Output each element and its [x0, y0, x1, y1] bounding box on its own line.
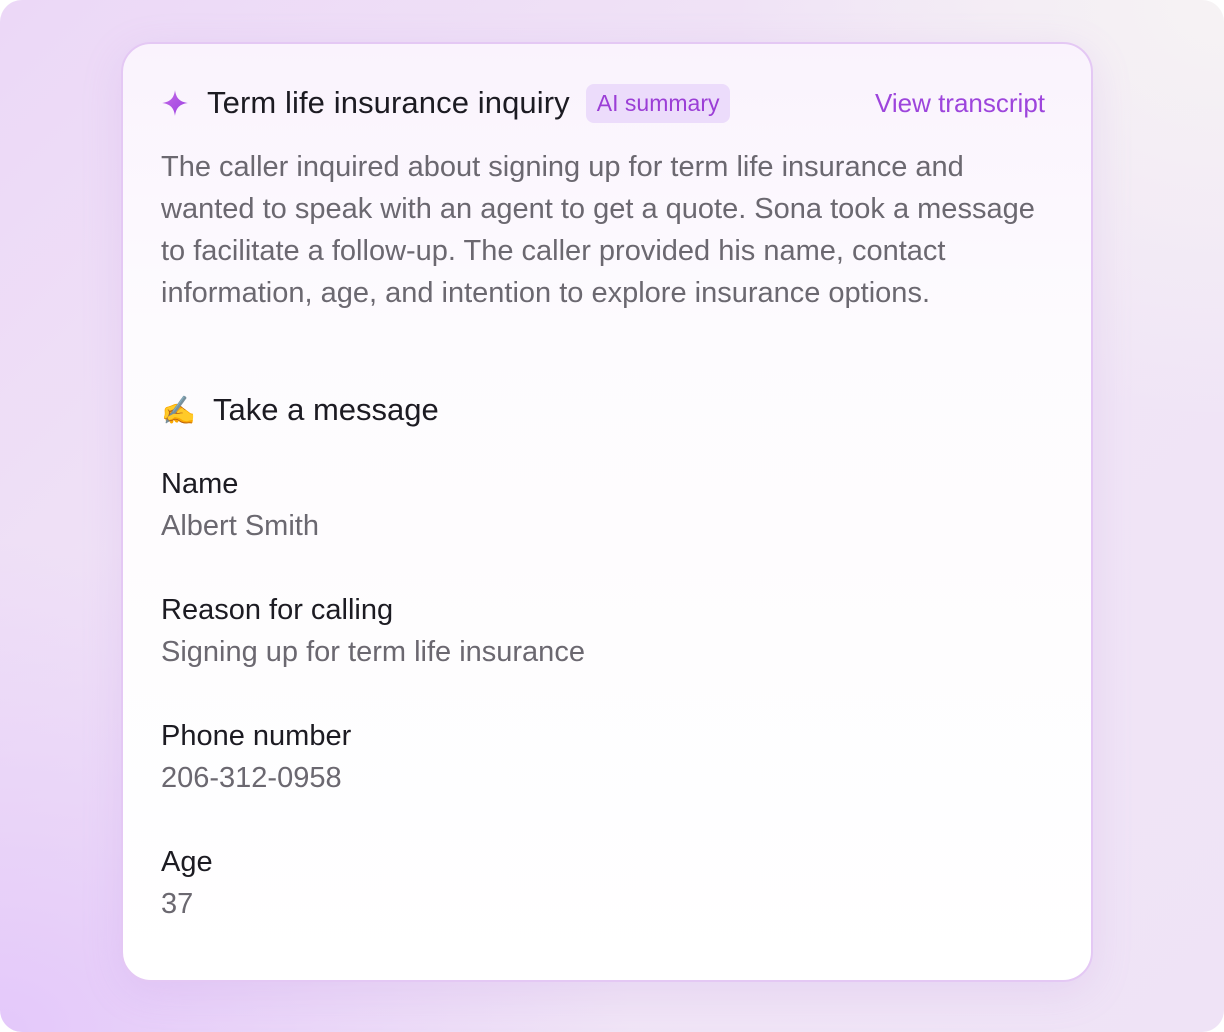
field-label: Age: [161, 846, 213, 878]
field-value: Albert Smith: [161, 510, 319, 542]
card-title: Term life insurance inquiry: [207, 85, 570, 120]
background: Term life insurance inquiry AI summary V…: [0, 0, 1224, 1032]
writing-hand-icon: ✍️: [161, 394, 196, 426]
field-label: Reason for calling: [161, 594, 394, 626]
field-value: 37: [161, 888, 194, 920]
sparkle-icon: [162, 90, 188, 116]
view-transcript-link[interactable]: View transcript: [875, 88, 1045, 119]
field-name: Name Albert Smith: [161, 464, 319, 546]
field-age: Age 37: [161, 842, 213, 924]
card-header: Term life insurance inquiry AI summary V…: [161, 82, 1045, 124]
take-message-section-header: ✍️ Take a message: [161, 388, 439, 432]
field-label: Name: [161, 468, 239, 500]
field-phone: Phone number 206-312-0958: [161, 716, 351, 798]
ai-summary-badge: AI summary: [585, 83, 731, 123]
section-title: Take a message: [213, 392, 439, 427]
field-label: Phone number: [161, 720, 352, 752]
call-summary-text: The caller inquired about signing up for…: [161, 151, 1035, 309]
field-value: 206-312-0958: [161, 762, 342, 794]
summary-card: Term life insurance inquiry AI summary V…: [121, 42, 1093, 982]
field-reason: Reason for calling Signing up for term l…: [161, 590, 585, 672]
field-value: Signing up for term life insurance: [161, 636, 585, 668]
